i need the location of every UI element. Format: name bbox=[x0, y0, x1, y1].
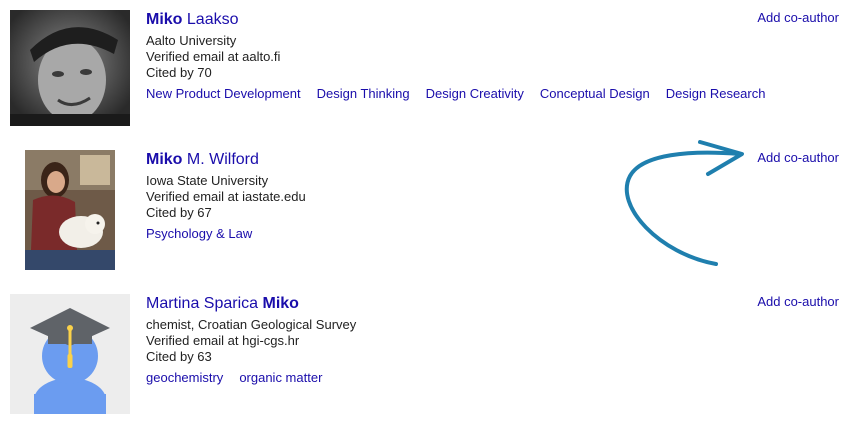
name-text: M. Wilford bbox=[182, 151, 259, 168]
interest-link[interactable]: Design Creativity bbox=[426, 86, 524, 101]
add-coauthor-button[interactable]: Add co-author bbox=[757, 150, 839, 166]
add-coauthor-button[interactable]: Add co-author bbox=[757, 10, 839, 26]
portrait-photo-icon bbox=[10, 10, 130, 126]
author-name[interactable]: Miko M. Wilford bbox=[146, 150, 306, 170]
default-scholar-avatar-icon bbox=[10, 294, 130, 414]
interest-link[interactable]: Design Research bbox=[666, 86, 766, 101]
interest-link[interactable]: Psychology & Law bbox=[146, 226, 252, 241]
interest-link[interactable]: Design Thinking bbox=[317, 86, 410, 101]
name-text: Martina Sparica bbox=[146, 295, 263, 312]
interest-link[interactable]: New Product Development bbox=[146, 86, 301, 101]
author-info: Miko Laakso Aalto University Verified em… bbox=[146, 10, 781, 102]
author-citations: Cited by 70 bbox=[146, 65, 212, 80]
author-citations: Cited by 63 bbox=[146, 349, 212, 364]
author-photo[interactable] bbox=[25, 150, 115, 270]
author-email: Verified email at aalto.fi bbox=[146, 49, 281, 64]
name-highlight: Miko bbox=[262, 295, 299, 312]
add-coauthor-button[interactable]: Add co-author bbox=[757, 294, 839, 310]
author-name[interactable]: Martina Sparica Miko bbox=[146, 294, 356, 314]
author-interests: Psychology & Law bbox=[146, 226, 306, 242]
author-email: Verified email at hgi-cgs.hr bbox=[146, 333, 300, 348]
author-interests: geochemistry organic matter bbox=[146, 370, 356, 386]
portrait-photo-icon bbox=[25, 150, 115, 270]
name-text: Laakso bbox=[182, 11, 239, 28]
interest-link[interactable]: Conceptual Design bbox=[540, 86, 650, 101]
author-email: Verified email at iastate.edu bbox=[146, 189, 306, 204]
author-affiliation: Aalto University bbox=[146, 33, 237, 48]
name-highlight: Miko bbox=[146, 11, 183, 28]
author-info: Martina Sparica Miko chemist, Croatian G… bbox=[146, 294, 356, 386]
name-highlight: Miko bbox=[146, 151, 183, 168]
annotation-arrow-icon bbox=[624, 140, 744, 266]
author-name[interactable]: Miko Laakso bbox=[146, 10, 781, 30]
interest-link[interactable]: geochemistry bbox=[146, 370, 223, 385]
author-affiliation: Iowa State University bbox=[146, 173, 269, 188]
author-citations: Cited by 67 bbox=[146, 205, 212, 220]
author-interests: New Product Development Design Thinking De… bbox=[146, 86, 781, 102]
author-photo[interactable] bbox=[10, 294, 130, 414]
interest-link[interactable]: organic matter bbox=[239, 370, 322, 385]
author-info: Miko M. Wilford Iowa State University Ve… bbox=[146, 150, 306, 242]
author-photo[interactable] bbox=[10, 10, 130, 126]
author-affiliation: chemist, Croatian Geological Survey bbox=[146, 317, 357, 332]
